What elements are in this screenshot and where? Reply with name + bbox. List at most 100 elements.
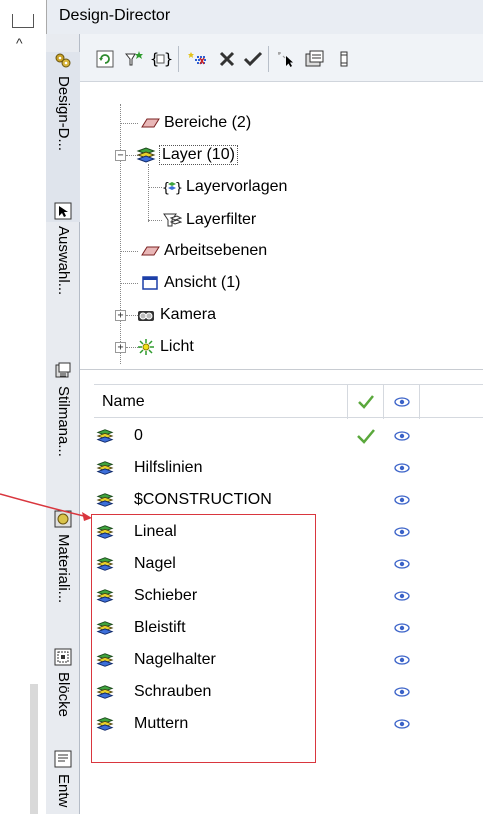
table-row[interactable]: $CONSTRUCTION (94, 485, 483, 516)
check-icon (357, 395, 374, 409)
table-row[interactable]: Hilfslinien (94, 453, 483, 484)
cursor-select-icon (54, 202, 72, 220)
layer-filter-button[interactable] (124, 48, 146, 70)
list-header: Name (94, 384, 483, 419)
tree-item-label: Licht (160, 338, 194, 355)
drafts-icon (54, 750, 72, 768)
tab-label: Blöcke (55, 672, 72, 718)
vertical-tab-strip: Design-D... Auswahl... Stilmana... Mater… (46, 34, 80, 814)
properties-icon (305, 50, 324, 67)
tree-item-label: Layervorlagen (186, 178, 288, 195)
toolbar-separator (268, 46, 269, 72)
current-check-icon[interactable] (356, 427, 376, 445)
visibility-eye-icon[interactable] (394, 462, 410, 474)
refresh-button[interactable] (94, 48, 116, 70)
tree-item-label: Layer (10) (159, 145, 238, 165)
svg-text:}: } (175, 181, 182, 195)
tab-label: Design-D... (55, 76, 72, 152)
highlight-box (91, 514, 316, 763)
more-tools-button[interactable] (334, 48, 356, 70)
delete-button[interactable] (216, 48, 238, 70)
expand-toggle-kamera[interactable]: + (115, 310, 126, 321)
light-icon (138, 339, 154, 355)
layer-template-icon: { } (162, 181, 182, 195)
tab-label: Stilmana... (55, 386, 72, 457)
tree-item-ansicht[interactable]: Ansicht (1) (140, 271, 240, 295)
tree-item-licht[interactable]: Licht (136, 335, 194, 359)
window-edge-bracket (12, 14, 34, 28)
layer-template-button[interactable]: { } (150, 48, 172, 70)
delete-icon (219, 51, 235, 67)
left-panel-edge (30, 684, 38, 814)
plane-icon (141, 118, 160, 128)
visibility-eye-icon[interactable] (394, 526, 410, 538)
visibility-eye-icon[interactable] (394, 494, 410, 506)
select-objects-icon (278, 52, 293, 67)
column-header-name[interactable]: Name (94, 385, 348, 419)
tree-item-label: Kamera (160, 306, 217, 323)
more-tools-icon (340, 51, 348, 67)
visibility-eye-icon[interactable] (394, 654, 410, 666)
left-margin (0, 0, 46, 814)
style-manager-icon (55, 362, 71, 378)
svg-text:}: } (164, 50, 172, 68)
set-current-button[interactable] (242, 48, 264, 70)
view-window-icon (142, 276, 158, 290)
tree-item-label: Layerfilter (186, 211, 257, 228)
tab-entwuerfe[interactable]: Entw (46, 750, 80, 814)
tree-item-layerfilter[interactable]: Layerfilter (162, 208, 256, 232)
blocks-icon (54, 648, 72, 666)
layer-stack-icon (96, 493, 114, 507)
tree-item-bereiche[interactable]: Bereiche (2) (140, 111, 251, 135)
tab-bloecke[interactable]: Blöcke (46, 648, 80, 744)
table-row[interactable]: 0 (94, 421, 483, 452)
tree-item-kamera[interactable]: Kamera (136, 303, 216, 327)
visibility-eye-icon[interactable] (394, 686, 410, 698)
palette-title: Design-Director (59, 7, 171, 24)
layer-name: $CONSTRUCTION (134, 491, 272, 508)
eye-icon (393, 397, 410, 407)
layer-stack-icon (96, 429, 114, 443)
toolbar-separator (178, 46, 179, 72)
tab-label: Auswahl... (55, 226, 72, 296)
layer-stack-icon (136, 147, 156, 163)
filter-star-icon (125, 51, 143, 66)
tree-item-arbeitsebenen[interactable]: Arbeitsebenen (140, 239, 267, 263)
visibility-eye-icon[interactable] (394, 718, 410, 730)
tree-item-layer[interactable]: Layer (10) (136, 143, 238, 167)
brace-template-icon: { } (150, 50, 172, 68)
column-header-current[interactable] (348, 385, 384, 419)
visibility-eye-icon[interactable] (394, 558, 410, 570)
plane-icon (141, 246, 160, 256)
tree-item-label: Bereiche (2) (164, 114, 252, 131)
tab-auswahl[interactable]: Auswahl... (46, 202, 80, 352)
set-current-icon (243, 51, 263, 67)
layer-name: 0 (134, 427, 143, 444)
visibility-eye-icon[interactable] (394, 430, 410, 442)
tab-stilmanager[interactable]: Stilmana... (46, 362, 80, 502)
expand-toggle-licht[interactable]: + (115, 342, 126, 353)
visibility-eye-icon[interactable] (394, 622, 410, 634)
tab-label: Materiali... (55, 534, 72, 604)
tree-item-label: Ansicht (1) (164, 274, 241, 291)
palette-title-bar[interactable]: Design-Director (46, 0, 483, 34)
design-director-icon (55, 53, 71, 68)
column-header-visible[interactable] (384, 385, 420, 419)
new-layer-icon (188, 52, 207, 65)
layer-filter-icon (163, 213, 182, 227)
layer-stack-icon (96, 461, 114, 475)
visibility-eye-icon[interactable] (394, 590, 410, 602)
material-icon (54, 510, 72, 528)
tab-design-director[interactable]: Design-D... (46, 52, 80, 222)
tab-label: Entw (55, 774, 72, 808)
tab-material[interactable]: Materiali... (46, 510, 80, 642)
design-tree: − + + Bereiche (2) Layer (10) { } (80, 82, 483, 370)
refresh-icon (96, 50, 114, 68)
new-layer-button[interactable] (188, 48, 210, 70)
tree-item-layervorlagen[interactable]: { } Layervorlagen (162, 175, 287, 199)
expand-toggle-layer[interactable]: − (115, 150, 126, 161)
toolbar: { } (80, 34, 483, 82)
properties-button[interactable] (304, 48, 326, 70)
select-objects-button[interactable] (276, 48, 298, 70)
chevron-up-icon[interactable]: ^ (16, 36, 23, 50)
